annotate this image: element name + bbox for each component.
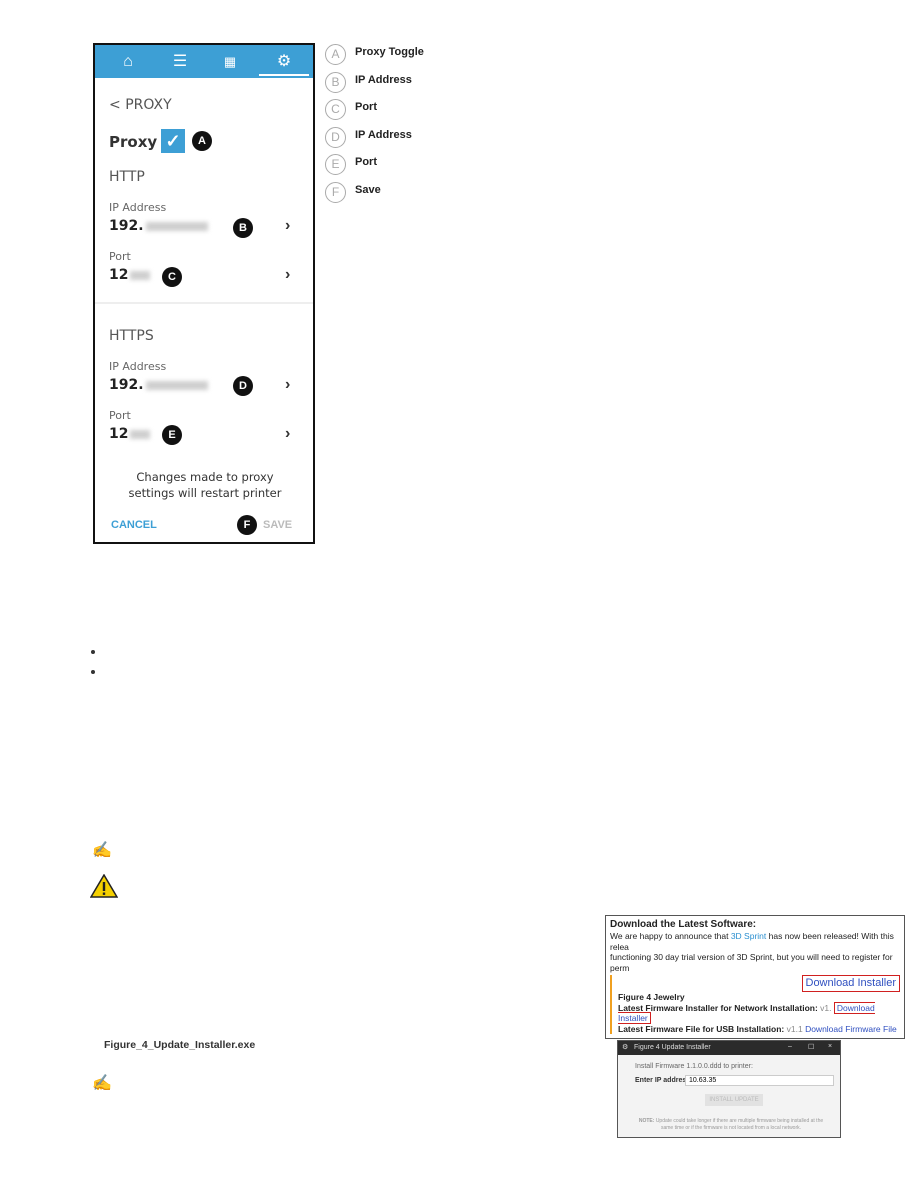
menu-icon[interactable]: ☰ [171, 53, 189, 71]
legend-letter: B [325, 72, 346, 93]
https-port-label: Port [109, 409, 131, 422]
download-page-screenshot: Download the Latest Software: We are hap… [605, 915, 905, 1039]
note-text: NOTE: Update could take longer if there … [633, 1118, 829, 1132]
usb-line: Latest Firmware File for USB Installatio… [618, 1024, 900, 1035]
gear-icon[interactable]: ⚙ [275, 53, 293, 71]
proxy-checkbox[interactable]: ✓ [161, 129, 185, 153]
chevron-right-icon[interactable]: › [285, 217, 290, 235]
announce-line-2: functioning 30 day trial version of 3D S… [610, 952, 893, 973]
version: v1.1 [786, 1023, 806, 1034]
app-icon: ⚙ [622, 1044, 629, 1051]
legend-letter: D [325, 127, 346, 148]
legend-letter: A [325, 44, 346, 65]
warning-icon [90, 874, 118, 898]
http-port-field[interactable]: 12 [109, 267, 151, 283]
callout-c: C [162, 267, 182, 287]
https-port-field[interactable]: 12 [109, 426, 151, 442]
ip-label: Enter IP address [635, 1077, 691, 1084]
restart-notice: Changes made to proxy settings will rest… [128, 470, 282, 500]
product-name: Figure 4 Jewelry [618, 992, 685, 1002]
installer-filename: Figure_4_Update_Installer.exe [104, 1039, 256, 1051]
printer-proxy-screen: ⌂ ☰ ▦ ⚙ < PROXY Proxy ✓ A HTTP IP Addres… [93, 43, 315, 544]
callout-f: F [237, 515, 257, 535]
firmware-link[interactable]: Download Firmware File [805, 1024, 897, 1034]
bullet [91, 650, 95, 654]
install-text: Install Firmware 1.1.0.0.ddd to printer: [635, 1063, 753, 1070]
note-label: NOTE: [638, 1118, 655, 1124]
note-icon: ✍ [92, 1075, 112, 1092]
legend-text: Port [355, 101, 377, 113]
redacted [145, 221, 208, 231]
product-block: Download Installer Figure 4 Jewelry Late… [610, 975, 900, 1034]
title-bar: ⚙ Figure 4 Update Installer – ☐ × [618, 1041, 840, 1055]
text: We are happy to announce that [610, 931, 731, 941]
http-port-value: 12 [109, 267, 129, 283]
redacted [145, 380, 208, 390]
network-line: Latest Firmware Installer for Network In… [618, 1001, 900, 1024]
https-heading: HTTPS [109, 328, 154, 344]
legend-letter: F [325, 182, 346, 203]
window-title: Figure 4 Update Installer [634, 1044, 711, 1051]
nav-bar: ⌂ ☰ ▦ ⚙ [95, 45, 313, 78]
chevron-right-icon[interactable]: › [285, 376, 290, 394]
legend-text: IP Address [355, 74, 412, 86]
legend-text: Proxy Toggle [355, 46, 424, 58]
legend-letter: E [325, 154, 346, 175]
http-ip-field[interactable]: 192. [109, 218, 208, 234]
cancel-button[interactable]: CANCEL [111, 519, 157, 531]
http-ip-label: IP Address [109, 201, 167, 214]
callout-a: A [192, 131, 212, 151]
http-ip-value: 192. [109, 218, 144, 234]
back-button[interactable]: < PROXY [109, 97, 172, 113]
chevron-right-icon[interactable]: › [285, 425, 290, 443]
legend-letter: C [325, 99, 346, 120]
http-heading: HTTP [109, 169, 145, 185]
ip-input[interactable]: 10.63.35 [685, 1075, 834, 1086]
minimize-icon[interactable]: – [788, 1043, 792, 1050]
installer-window-screenshot: ⚙ Figure 4 Update Installer – ☐ × Instal… [617, 1040, 841, 1138]
chevron-right-icon[interactable]: › [285, 266, 290, 284]
version: v1. [820, 1002, 832, 1013]
text: Latest Firmware Installer for Network In… [618, 1002, 821, 1013]
install-update-button[interactable]: INSTALL UPDATE [705, 1094, 763, 1106]
redacted [130, 270, 151, 280]
download-title: Download the Latest Software: [610, 919, 757, 930]
bullet [91, 670, 95, 674]
close-icon[interactable]: × [828, 1043, 832, 1050]
note-body: Update could take longer if there are mu… [655, 1118, 824, 1131]
active-tab-indicator [259, 74, 309, 76]
legend-text: IP Address [355, 129, 412, 141]
chevron-left-icon: < [109, 97, 126, 113]
divider [95, 302, 313, 304]
maximize-icon[interactable]: ☐ [808, 1043, 814, 1051]
download-installer-button[interactable]: Download Installer [801, 975, 900, 992]
page-title: PROXY [125, 97, 172, 113]
text: Latest Firmware File for USB Installatio… [618, 1023, 787, 1034]
https-ip-label: IP Address [109, 360, 167, 373]
https-port-value: 12 [109, 426, 129, 442]
note-icon: ✍ [92, 842, 112, 859]
callout-d: D [233, 376, 253, 396]
legend-text: Port [355, 156, 377, 168]
sprint-link[interactable]: 3D Sprint [731, 931, 766, 941]
redacted [130, 429, 151, 439]
https-ip-field[interactable]: 192. [109, 377, 208, 393]
callout-e: E [162, 425, 182, 445]
home-icon[interactable]: ⌂ [119, 53, 137, 71]
save-button[interactable]: SAVE [263, 519, 292, 531]
https-ip-value: 192. [109, 377, 144, 393]
proxy-label: Proxy [109, 133, 158, 151]
http-port-label: Port [109, 250, 131, 263]
callout-b: B [233, 218, 253, 238]
announce-line: We are happy to announce that 3D Sprint … [610, 931, 900, 952]
legend-text: Save [355, 184, 381, 196]
print-queue-icon[interactable]: ▦ [221, 53, 239, 71]
